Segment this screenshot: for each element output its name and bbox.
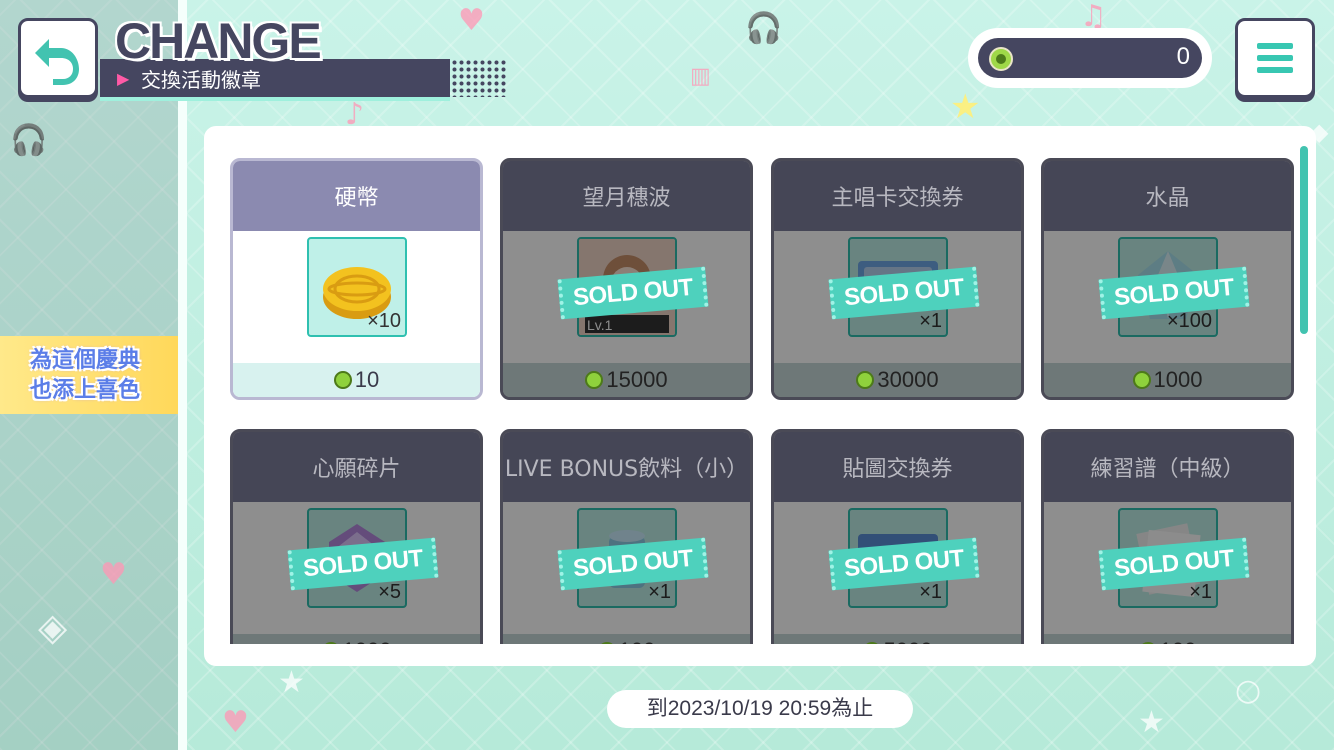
item-name: 練習譜（中級） bbox=[1044, 432, 1291, 502]
diamond-decoration-icon: ◈ bbox=[38, 605, 68, 649]
gold-coin-icon: ×10 bbox=[307, 237, 407, 337]
item-cost-value: 15000 bbox=[606, 367, 668, 392]
item-quantity: ×5 bbox=[378, 581, 401, 603]
exchange-item-card[interactable]: 主唱卡交換券 ×1 30000 SOLD OUT bbox=[771, 158, 1024, 400]
item-name: 貼圖交換券 bbox=[774, 432, 1021, 502]
item-cost: 10 bbox=[233, 363, 480, 397]
star-decoration-icon: ★ bbox=[1138, 705, 1165, 740]
exchange-item-card[interactable]: 水晶 ×100 1000 SOLD OUT bbox=[1041, 158, 1294, 400]
event-badge-icon bbox=[333, 371, 352, 389]
ring-decoration-icon: ○ bbox=[1235, 673, 1262, 708]
event-badge-icon bbox=[597, 642, 616, 644]
item-quantity: Lv.1 bbox=[587, 317, 613, 333]
heart-decoration-icon: ♥ bbox=[458, 3, 485, 38]
page-subtitle: 交換活動徽章 bbox=[141, 68, 261, 92]
item-cost: 5000 bbox=[774, 634, 1021, 644]
event-badge-icon bbox=[856, 371, 875, 389]
item-cost-value: 5000 bbox=[884, 638, 933, 644]
item-quantity: ×1 bbox=[919, 310, 942, 332]
event-badge-icon bbox=[989, 47, 1013, 71]
headphones-decoration-icon: 🎧 bbox=[10, 123, 48, 158]
item-name: 心願碎片 bbox=[233, 432, 480, 502]
star-decoration-icon: ★ bbox=[950, 87, 981, 127]
item-cost-value: 100 bbox=[619, 638, 656, 644]
item-name: 水晶 bbox=[1044, 161, 1291, 231]
equalizer-decoration-icon: ▥ bbox=[690, 64, 711, 89]
exchange-item-card[interactable]: LIVE BONUS飲料（小）×1100SOLD OUT bbox=[500, 429, 753, 644]
item-cost: 15000 bbox=[503, 363, 750, 397]
event-badge-icon bbox=[862, 642, 881, 644]
back-button[interactable] bbox=[18, 18, 98, 98]
item-cost-value: 1000 bbox=[1153, 367, 1203, 392]
exchange-item-card[interactable]: 練習譜（中級）SCORE×1100SOLD OUT bbox=[1041, 429, 1294, 644]
item-cost: 1000 bbox=[233, 634, 480, 644]
page-title: CHANGE bbox=[115, 13, 322, 69]
item-cost: 30000 bbox=[774, 363, 1021, 397]
banner-line: 也添上喜色 bbox=[29, 378, 140, 403]
event-badge-icon bbox=[1132, 371, 1151, 389]
event-badge-icon bbox=[1138, 642, 1157, 644]
item-quantity: ×1 bbox=[919, 581, 942, 603]
exchange-panel: 硬幣 ×10 10 望月穗波 Lv.1 15000 SOLD OUT 主唱卡交換券 ×1 3000… bbox=[204, 126, 1316, 666]
exchange-item-card[interactable]: 硬幣 ×10 10 bbox=[230, 158, 483, 400]
item-cost-value: 10 bbox=[354, 367, 380, 392]
item-quantity: ×1 bbox=[1189, 581, 1212, 603]
item-name: 望月穗波 bbox=[503, 161, 750, 231]
menu-icon-line bbox=[1257, 55, 1293, 61]
divider bbox=[178, 0, 187, 750]
heart-decoration-icon: ♥ bbox=[100, 557, 127, 592]
heart-decoration-icon: ♥ bbox=[222, 705, 249, 740]
headphones-decoration-icon: 🎧 bbox=[745, 11, 783, 46]
item-name: LIVE BONUS飲料（小） bbox=[503, 432, 750, 502]
event-badge-icon bbox=[321, 642, 340, 644]
menu-button[interactable] bbox=[1235, 18, 1315, 98]
item-name: 硬幣 bbox=[233, 161, 480, 231]
item-cost-value: 30000 bbox=[877, 367, 939, 392]
banner-line: 為這個慶典 bbox=[29, 348, 140, 373]
item-name: 主唱卡交換券 bbox=[774, 161, 1021, 231]
item-quantity: ×100 bbox=[1166, 310, 1212, 332]
event-badge-icon bbox=[585, 371, 604, 389]
exchange-item-card[interactable]: 貼圖交換券STAMP×15000SOLD OUT bbox=[771, 429, 1024, 644]
back-arrow-icon bbox=[35, 39, 79, 85]
star-decoration-icon: ★ bbox=[278, 665, 305, 700]
item-cost: 1000 bbox=[1044, 363, 1291, 397]
item-cost: 100 bbox=[503, 634, 750, 644]
exchange-item-card[interactable]: 心願碎片×51000SOLD OUT bbox=[230, 429, 483, 644]
title-bar-dots bbox=[430, 59, 506, 97]
item-cost: 100 bbox=[1044, 634, 1291, 644]
scrollbar[interactable] bbox=[1300, 146, 1308, 334]
item-grid: 硬幣 ×10 10 望月穗波 Lv.1 15000 SOLD OUT 主唱卡交換券 ×1 3000… bbox=[230, 158, 1296, 644]
exchange-item-card[interactable]: 望月穗波 Lv.1 15000 SOLD OUT bbox=[500, 158, 753, 400]
subtitle-arrow-icon: ▶ bbox=[117, 69, 130, 88]
deadline-label: 到2023/10/19 20:59為止 bbox=[607, 690, 913, 728]
menu-icon-line bbox=[1257, 67, 1293, 73]
item-cost-value: 100 bbox=[1160, 638, 1197, 644]
menu-icon bbox=[1257, 43, 1293, 49]
item-quantity: ×1 bbox=[648, 581, 671, 603]
event-banner-text[interactable]: 為這個慶典 也添上喜色 bbox=[10, 346, 160, 406]
item-cost-value: 1000 bbox=[343, 638, 392, 644]
currency-value: 0 bbox=[1176, 43, 1190, 70]
item-quantity: ×10 bbox=[367, 310, 401, 332]
